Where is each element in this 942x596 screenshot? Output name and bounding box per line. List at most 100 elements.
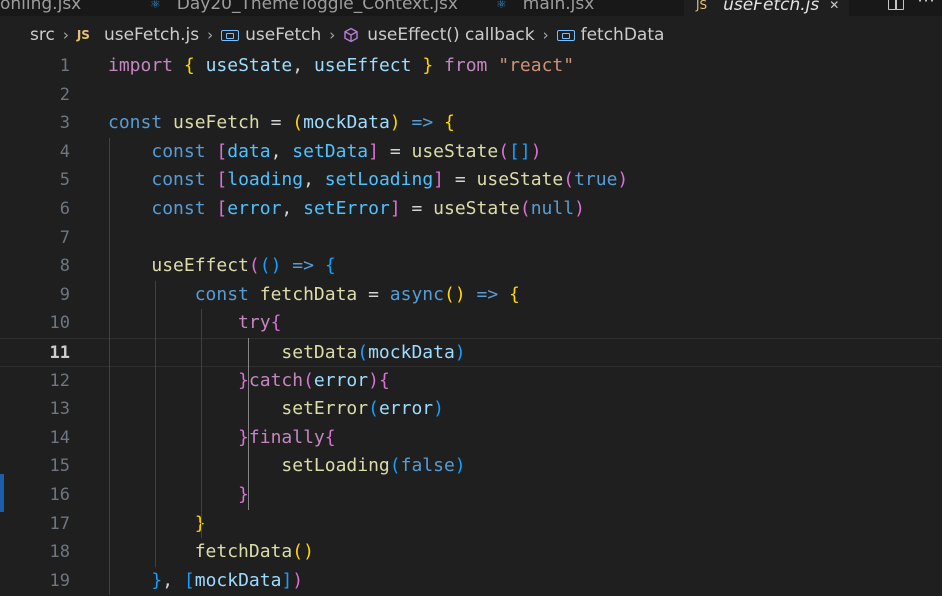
code-token: from [444, 55, 488, 76]
code-line[interactable]: 11 setData(mockData) [0, 338, 942, 367]
editor-window: onling.jsx ⚛ Day20_ThemeToggle_Context.j… [0, 0, 942, 596]
code-token: ( [498, 140, 510, 162]
chevron-right-icon: › [542, 26, 549, 44]
line-number: 15 [49, 456, 70, 477]
code-token: const [151, 140, 206, 162]
code-token: setLoading [281, 455, 390, 477]
code-text: const [loading, setLoading] = useState(t… [108, 166, 628, 195]
code-token: { [509, 283, 520, 305]
code-text: fetchData() [108, 538, 314, 567]
react-icon: ⚛ [496, 0, 507, 11]
code-token: [ [183, 569, 195, 591]
breadcrumb-symbol-usefetch[interactable]: useFetch [221, 25, 321, 45]
code-token: ) [574, 198, 585, 219]
line-number: 1 [59, 56, 70, 76]
code-token: catch [248, 369, 304, 391]
code-token: , [303, 169, 325, 191]
code-line[interactable]: 16 } [0, 481, 942, 510]
code-token: setError [303, 198, 390, 219]
chevron-right-icon: › [207, 26, 214, 44]
code-token: ) [530, 140, 542, 162]
code-line[interactable]: 6 const [error, setError] = useState(nul… [0, 195, 942, 224]
code-token: [ [216, 140, 228, 162]
code-token: ( [292, 112, 304, 134]
code-token: { [183, 55, 195, 76]
code-text: const [data, setData] = useState([]) [108, 138, 542, 167]
tab-bar: onling.jsx ⚛ Day20_ThemeToggle_Context.j… [0, 0, 942, 16]
code-token: [ [216, 169, 228, 191]
code-line[interactable]: 15 setLoading(false) [0, 452, 942, 481]
javascript-icon: JS [696, 0, 708, 12]
more-actions-icon[interactable]: ⋯ [917, 0, 936, 11]
code-token: true [574, 169, 618, 191]
code-token: ] [368, 140, 379, 162]
code-token: [] [509, 140, 531, 162]
code-text: import { useState, useEffect } from "rea… [108, 52, 574, 81]
code-text: useEffect(() => { [108, 252, 335, 281]
breadcrumb-symbol-callback[interactable]: useEffect() callback [343, 25, 535, 45]
code-token: } [422, 55, 434, 76]
code-line[interactable]: 4 const [data, setData] = useState([]) [0, 138, 942, 167]
code-line[interactable]: 8 useEffect(() => { [0, 252, 942, 281]
code-line[interactable]: 13 setError(error) [0, 395, 942, 424]
code-line[interactable]: 18 fetchData() [0, 538, 942, 567]
code-text: const [error, setError] = useState(null) [108, 195, 585, 224]
tab-day20-themetoggle[interactable]: ⚛ Day20_ThemeToggle_Context.jsx [150, 0, 458, 16]
code-token: "react" [498, 55, 575, 76]
code-line[interactable]: 5 const [loading, setLoading] = useState… [0, 166, 942, 195]
code-line[interactable]: 12 }catch(error){ [0, 367, 942, 396]
chevron-right-icon: › [329, 26, 336, 44]
code-token: error [227, 198, 282, 219]
line-number: 19 [49, 570, 70, 591]
line-number: 13 [49, 399, 70, 420]
code-token: = [378, 140, 412, 162]
breadcrumb-folder[interactable]: src [30, 25, 55, 45]
code-token: ( [519, 198, 531, 219]
variable-icon [221, 29, 240, 41]
code-line[interactable]: 9 const fetchData = async() => { [0, 281, 942, 310]
tab-onling[interactable]: onling.jsx [0, 0, 81, 16]
code-line[interactable]: 10 try{ [0, 309, 942, 338]
indent-guide [155, 280, 157, 567]
close-icon[interactable]: ✕ [829, 0, 839, 12]
code-text: const useFetch = (mockData) => { [108, 109, 455, 138]
breadcrumb-file[interactable]: JS useFetch.js [77, 25, 199, 45]
code-token: ( [368, 398, 379, 420]
code-line[interactable]: 19 }, [mockData]) [0, 567, 942, 596]
code-token: () [292, 541, 314, 563]
code-line[interactable]: 3 const useFetch = (mockData) => { [0, 109, 942, 138]
code-token: => [476, 283, 499, 305]
code-token: error [378, 398, 434, 420]
code-text: setData(mockData) [108, 339, 465, 368]
code-token: ] [433, 169, 444, 191]
code-line[interactable]: 17 } [0, 510, 942, 539]
split-editor-icon[interactable] [888, 0, 904, 10]
tab-label: useFetch.js [723, 0, 820, 15]
code-token: ) [368, 369, 379, 391]
code-line[interactable]: 14 }finally{ [0, 424, 942, 453]
breadcrumb-symbol-fetchdata[interactable]: fetchData [556, 25, 665, 45]
code-token: ) [292, 569, 304, 591]
tab-usefetch[interactable]: JS useFetch.js ✕ [684, 0, 850, 16]
line-number: 10 [49, 313, 70, 334]
code-line[interactable]: 7 [0, 224, 942, 253]
code-line[interactable]: 2 [0, 81, 942, 110]
line-number: 3 [59, 113, 70, 134]
code-token: ) [454, 455, 466, 477]
line-number: 9 [59, 284, 70, 305]
code-line[interactable]: 1 import { useState, useEffect } from "re… [0, 52, 942, 81]
tab-main[interactable]: ⚛ main.jsx [496, 0, 594, 16]
breadcrumb-symbol-label: fetchData [580, 25, 665, 45]
code-text: } [108, 481, 249, 510]
code-editor[interactable]: 1 import { useState, useEffect } from "re… [0, 52, 942, 596]
